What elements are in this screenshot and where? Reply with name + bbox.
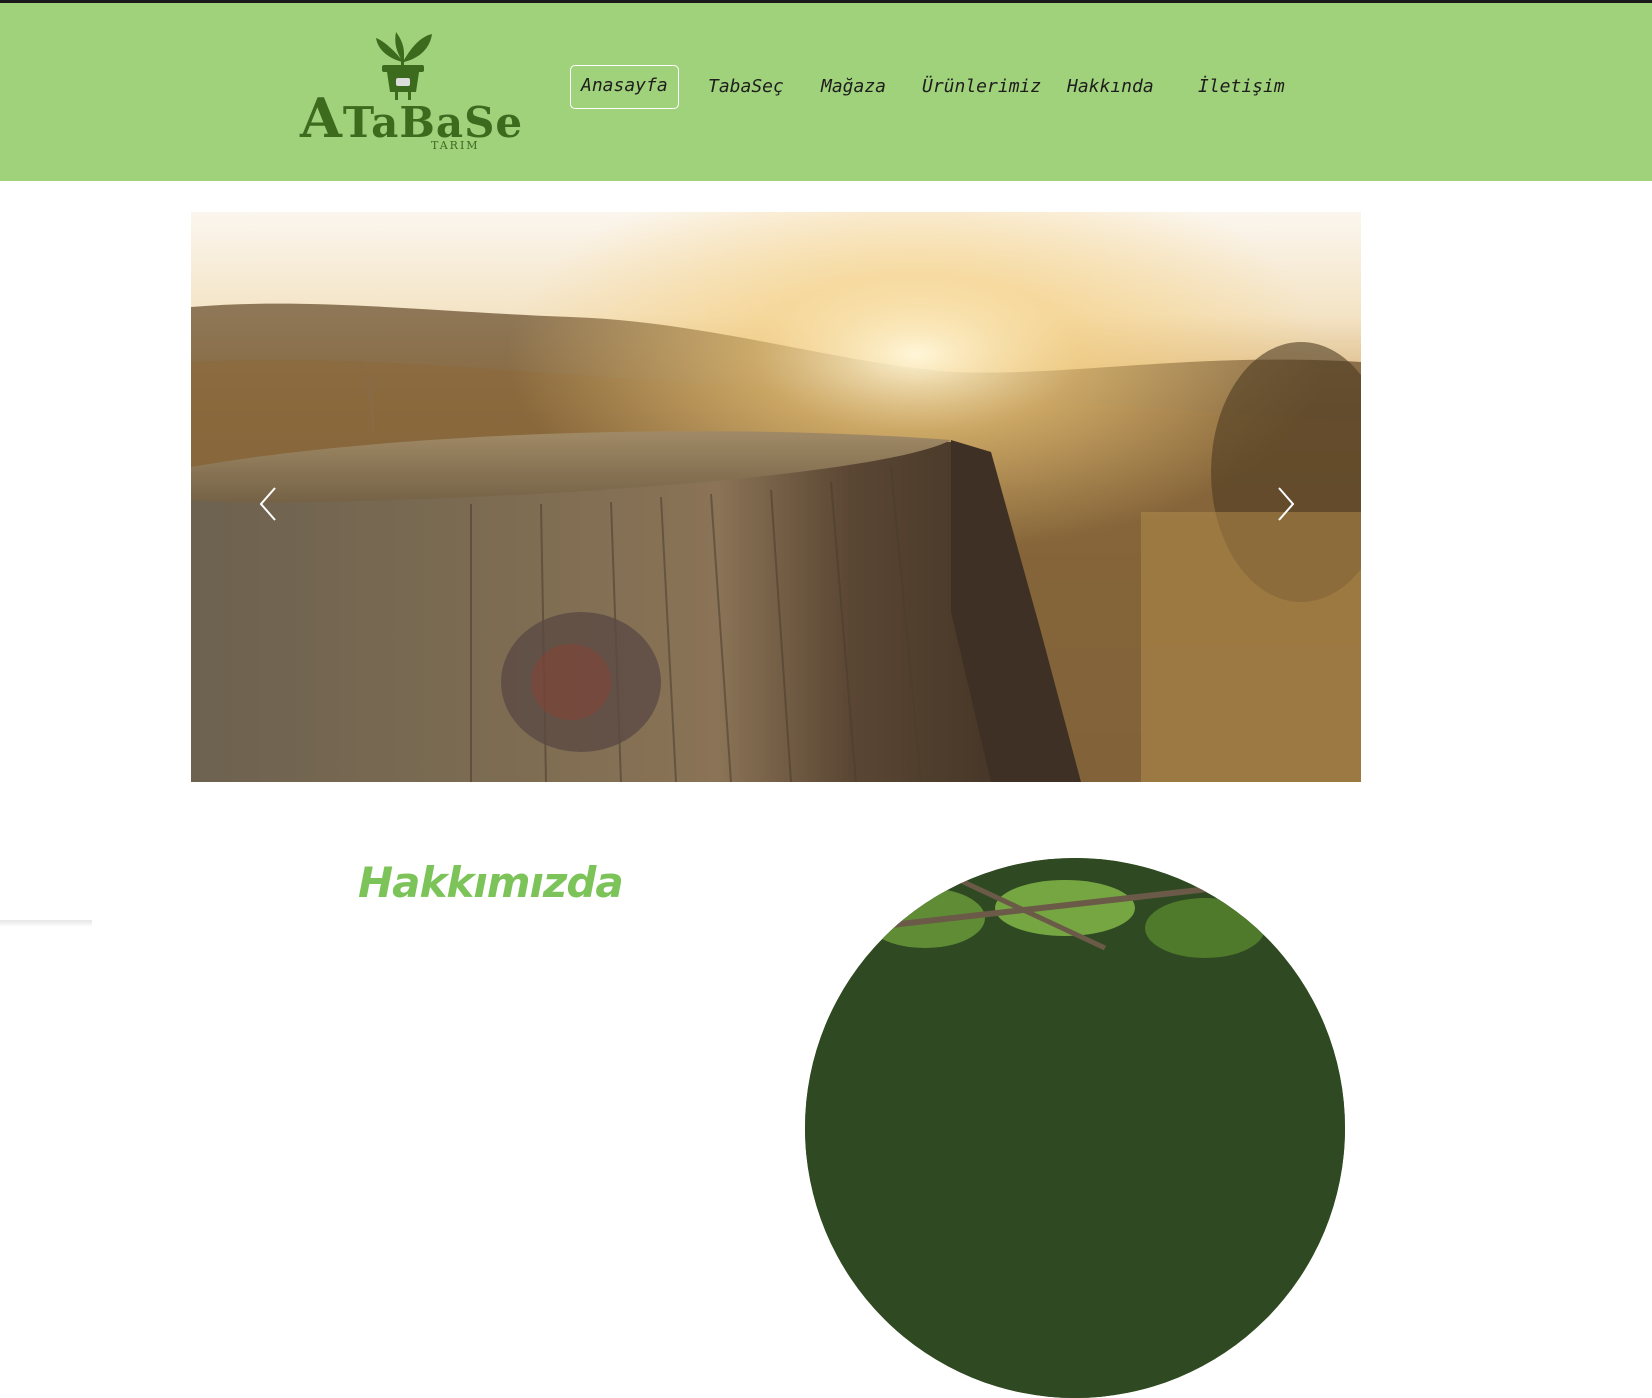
hero-carousel[interactable] bbox=[191, 212, 1361, 782]
about-title: Hakkımızda bbox=[358, 858, 624, 907]
logo-subtitle: TARIM bbox=[431, 139, 480, 152]
nav-home[interactable]: Anasayfa bbox=[570, 65, 679, 109]
about-photo bbox=[805, 858, 1345, 1398]
chevron-left-icon bbox=[259, 487, 276, 521]
nav-about[interactable]: Hakkında bbox=[1067, 66, 1154, 108]
nav-products[interactable]: Ürünlerimiz bbox=[922, 66, 1041, 108]
hero-image bbox=[191, 212, 1361, 782]
footer-shadow bbox=[0, 920, 92, 927]
carousel-next-button[interactable] bbox=[1271, 484, 1301, 524]
logo-wordmark: ATaBaSe bbox=[300, 86, 524, 150]
carousel-prev-button[interactable] bbox=[253, 484, 283, 524]
nav-tabasec[interactable]: TabaSeç bbox=[708, 66, 784, 108]
chevron-right-icon bbox=[1278, 487, 1295, 521]
nav-store[interactable]: Mağaza bbox=[821, 66, 886, 108]
nav-contact[interactable]: İletişim bbox=[1198, 66, 1285, 108]
